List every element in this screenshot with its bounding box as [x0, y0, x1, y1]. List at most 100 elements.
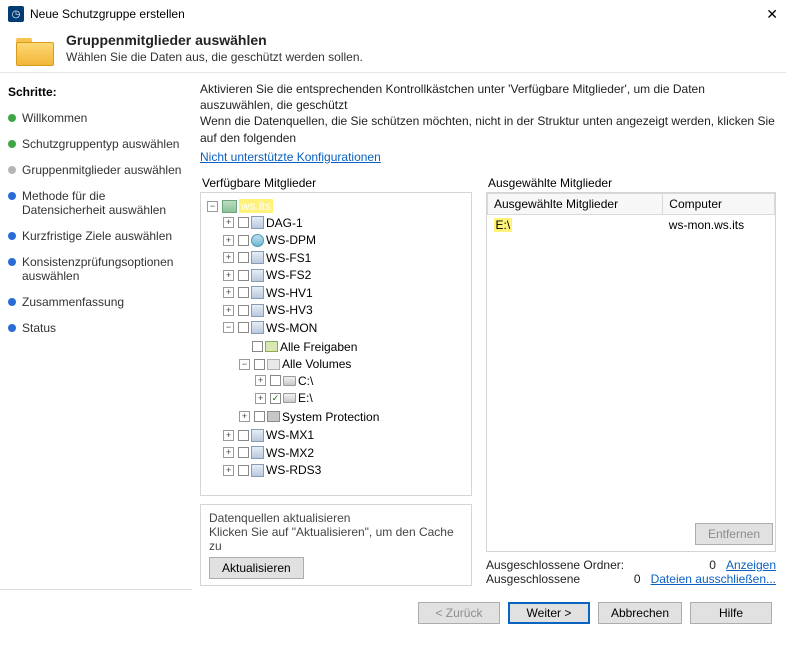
drive-icon — [283, 393, 296, 403]
expand-toggle-icon[interactable]: − — [239, 359, 250, 370]
server-icon — [251, 464, 264, 477]
wizard-step[interactable]: Schutzgruppentyp auswählen — [6, 133, 186, 159]
show-excluded-link[interactable]: Anzeigen — [726, 558, 776, 572]
checkbox[interactable] — [238, 252, 249, 263]
wizard-step[interactable]: Status — [6, 317, 186, 343]
expand-toggle-icon[interactable]: + — [239, 411, 250, 422]
excluded-folders-count: 0 — [698, 558, 726, 572]
wizard-step-label: Methode für die Datensicherheit auswähle… — [22, 189, 184, 217]
tree-item[interactable]: + DAG-1 — [223, 216, 303, 230]
server-icon — [251, 304, 264, 317]
table-row[interactable]: E:\ws-mon.ws.its — [488, 214, 775, 235]
description-line-1: Aktivieren Sie die entsprechenden Kontro… — [200, 81, 776, 113]
bullet-icon — [8, 298, 16, 306]
datasource-title: Datenquellen aktualisieren — [209, 511, 463, 525]
expand-toggle-icon[interactable]: + — [255, 375, 266, 386]
wizard-step[interactable]: Willkommen — [6, 107, 186, 133]
tree-item[interactable]: + System Protection — [239, 410, 379, 424]
selected-members-label: Ausgewählte Mitglieder — [488, 176, 776, 190]
close-button[interactable]: ✕ — [738, 6, 778, 23]
checkbox[interactable] — [238, 322, 249, 333]
checkbox[interactable] — [238, 465, 249, 476]
tree-item[interactable]: + WS-RDS3 — [223, 463, 321, 477]
tree-item[interactable]: + WS-DPM — [223, 233, 316, 247]
expand-toggle-icon[interactable]: − — [223, 322, 234, 333]
expand-toggle-icon[interactable]: − — [207, 201, 218, 212]
tree-item[interactable]: + WS-HV3 — [223, 303, 313, 317]
col-selected-members[interactable]: Ausgewählte Mitglieder — [488, 193, 663, 214]
window-title: Neue Schutzgruppe erstellen — [30, 7, 738, 21]
expand-toggle-icon[interactable]: + — [223, 465, 234, 476]
expand-toggle-icon[interactable]: + — [223, 287, 234, 298]
expand-toggle-icon[interactable]: + — [223, 235, 234, 246]
server-icon — [251, 251, 264, 264]
wizard-step[interactable]: Methode für die Datensicherheit auswähle… — [6, 185, 186, 225]
back-button[interactable]: < Zurück — [418, 602, 500, 624]
window-titlebar: ◷ Neue Schutzgruppe erstellen ✕ — [0, 0, 786, 28]
wizard-step-label: Status — [22, 321, 56, 335]
tree-item-label: ws.its — [239, 199, 273, 213]
expand-toggle-icon[interactable]: + — [255, 393, 266, 404]
wizard-step-label: Kurzfristige Ziele auswählen — [22, 229, 172, 243]
checkbox[interactable] — [238, 217, 249, 228]
tree-item[interactable]: − Alle Volumes — [239, 357, 351, 371]
refresh-button[interactable]: Aktualisieren — [209, 557, 304, 579]
tree-item[interactable]: + WS-MX2 — [223, 446, 314, 460]
help-button[interactable]: Hilfe — [690, 602, 772, 624]
tree-item[interactable]: − ws.its — [207, 199, 273, 213]
next-button[interactable]: Weiter > — [508, 602, 590, 624]
wizard-step-label: Schutzgruppentyp auswählen — [22, 137, 179, 151]
tree-item-label: WS-HV3 — [266, 303, 313, 317]
checkbox[interactable] — [254, 359, 265, 370]
tree-item-label: System Protection — [282, 410, 379, 424]
checkbox[interactable] — [238, 287, 249, 298]
checkbox[interactable] — [238, 235, 249, 246]
tree-item[interactable]: + WS-HV1 — [223, 286, 313, 300]
tree-item[interactable]: + WS-MX1 — [223, 428, 314, 442]
checkbox[interactable] — [270, 375, 281, 386]
checkbox[interactable] — [238, 270, 249, 281]
server-icon — [251, 269, 264, 282]
available-members-tree[interactable]: − ws.its+ DAG-1+ WS-DPM+ WS-FS1+ WS-FS2+… — [200, 192, 472, 496]
tree-item[interactable]: + WS-FS2 — [223, 268, 311, 282]
tree-item-label: Alle Freigaben — [280, 340, 357, 354]
bullet-icon — [8, 166, 16, 174]
computer-cell: ws-mon.ws.its — [663, 214, 775, 235]
tree-item[interactable]: +✓ E:\ — [255, 391, 313, 405]
checkbox[interactable] — [254, 411, 265, 422]
volume-icon — [267, 359, 280, 370]
checkbox[interactable] — [238, 305, 249, 316]
tree-item[interactable]: + C:\ — [255, 374, 313, 388]
selected-members-table: Ausgewählte Mitglieder Computer E:\ws-mo… — [487, 193, 775, 235]
tree-item[interactable]: + WS-FS1 — [223, 251, 311, 265]
tree-item[interactable]: Alle Freigaben — [239, 340, 357, 354]
expand-toggle-icon[interactable]: + — [223, 305, 234, 316]
checkbox[interactable] — [238, 430, 249, 441]
checkbox[interactable]: ✓ — [270, 393, 281, 404]
expand-toggle-icon[interactable]: + — [223, 217, 234, 228]
wizard-step[interactable]: Konsistenzprüfungsoptionen auswählen — [6, 251, 186, 291]
checkbox[interactable] — [252, 341, 263, 352]
unsupported-config-link[interactable]: Nicht unterstützte Konfigurationen — [200, 150, 381, 164]
excluded-folders-label: Ausgeschlossene Ordner: — [486, 558, 698, 572]
wizard-step[interactable]: Gruppenmitglieder auswählen — [6, 159, 186, 185]
col-computer[interactable]: Computer — [663, 193, 775, 214]
checkbox[interactable] — [238, 447, 249, 458]
tree-item-label: WS-FS2 — [266, 268, 311, 282]
wizard-step[interactable]: Zusammenfassung — [6, 291, 186, 317]
tree-item[interactable]: − WS-MON — [223, 321, 317, 335]
app-icon: ◷ — [8, 6, 24, 22]
tree-item-label: DAG-1 — [266, 216, 303, 230]
check-icon — [8, 140, 16, 148]
exclude-files-link[interactable]: Dateien ausschließen... — [651, 572, 776, 586]
cancel-button[interactable]: Abbrechen — [598, 602, 682, 624]
expand-toggle-icon[interactable]: + — [223, 252, 234, 263]
wizard-header: Gruppenmitglieder auswählen Wählen Sie d… — [0, 28, 786, 73]
wizard-step[interactable]: Kurzfristige Ziele auswählen — [6, 225, 186, 251]
expand-toggle-icon[interactable]: + — [223, 270, 234, 281]
expand-toggle-icon[interactable]: + — [223, 447, 234, 458]
expand-toggle-icon[interactable]: + — [223, 430, 234, 441]
tree-item-label: WS-HV1 — [266, 286, 313, 300]
bullet-icon — [8, 324, 16, 332]
remove-button[interactable]: Entfernen — [695, 523, 773, 545]
